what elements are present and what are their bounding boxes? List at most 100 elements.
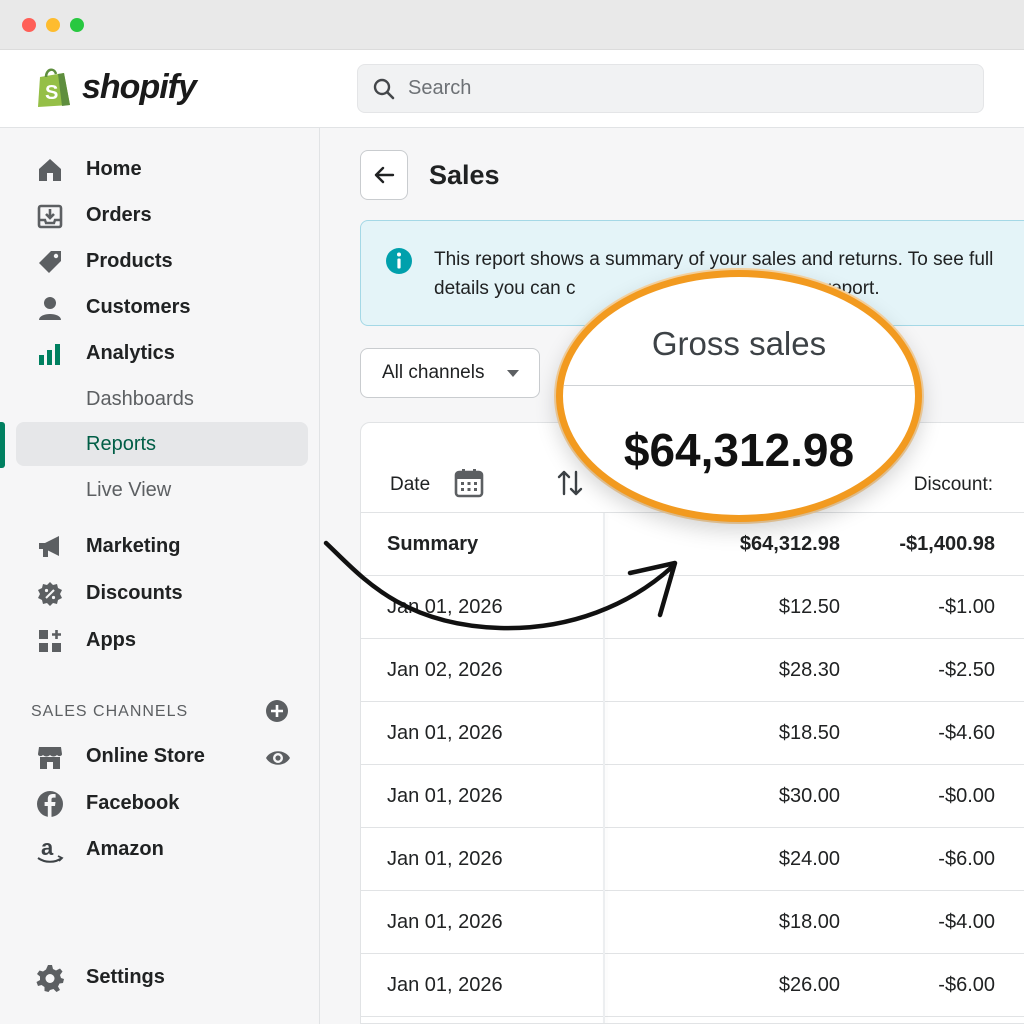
sidebar-item-products[interactable]: Products	[16, 239, 308, 283]
close-window-button[interactable]	[22, 18, 36, 32]
bar-chart-icon	[36, 340, 64, 368]
summary-gross-sales: $64,312.98	[739, 533, 840, 555]
row-discounts: -$0.00	[938, 785, 995, 807]
svg-text:S: S	[45, 82, 58, 104]
callout-divider	[563, 385, 915, 386]
row-date: Jan 02, 2026	[387, 659, 503, 681]
row-discounts: -$1.00	[938, 596, 995, 618]
tag-icon	[36, 248, 64, 276]
row-gross-sales: $24.00	[778, 848, 840, 870]
search-icon	[373, 78, 395, 99]
column-header-discounts[interactable]: Discount:	[914, 474, 993, 496]
page-title: Sales	[429, 160, 500, 190]
summary-discounts: -$1,400.98	[899, 533, 995, 555]
sidebar-item-label: Facebook	[86, 791, 180, 814]
sidebar-item-home[interactable]: Home	[16, 147, 308, 191]
row-discounts: -$4.00	[938, 911, 995, 933]
sidebar-item-discounts[interactable]: Discounts	[16, 571, 308, 615]
row-discounts: -$6.00	[938, 974, 995, 996]
sidebar-item-settings[interactable]: Settings	[16, 955, 308, 999]
sidebar: Home Orders Products Customers Analytics…	[0, 128, 320, 1024]
sidebar-item-label: Products	[86, 249, 173, 272]
sidebar-item-label: Online Store	[86, 744, 205, 767]
table-row[interactable]: Jan 01, 2026 $18.50 -$4.60	[361, 702, 1024, 765]
top-bar: S shopify	[0, 50, 1024, 128]
sidebar-item-label: Live View	[86, 478, 172, 501]
arrow-left-icon	[374, 166, 395, 184]
shopify-bag-icon: S	[38, 68, 70, 107]
minimize-window-button[interactable]	[46, 18, 60, 32]
sidebar-item-label: Analytics	[86, 341, 175, 364]
table-row[interactable]: Jan 02, 2026 $28.30 -$2.50	[361, 639, 1024, 702]
maximize-window-button[interactable]	[70, 18, 84, 32]
orders-icon	[36, 202, 64, 230]
gear-icon	[36, 964, 64, 992]
sidebar-item-label: Reports	[86, 432, 157, 455]
store-icon	[36, 743, 64, 771]
sidebar-item-label: Amazon	[86, 837, 164, 860]
callout-label: Gross sales	[651, 325, 827, 362]
caret-down-icon	[507, 370, 519, 377]
sidebar-item-marketing[interactable]: Marketing	[16, 524, 308, 568]
row-date: Jan 01, 2026	[387, 785, 503, 807]
sidebar-item-label: Settings	[86, 965, 165, 988]
table-row[interactable]: Jan 01, 2026 $26.00 -$6.00	[361, 954, 1024, 1017]
sidebar-item-label: Dashboards	[86, 387, 194, 410]
person-icon	[36, 294, 64, 322]
row-gross-sales: $18.50	[778, 722, 840, 744]
row-discounts: -$6.00	[938, 848, 995, 870]
column-header-date[interactable]: Date	[390, 474, 430, 496]
facebook-icon	[36, 790, 64, 818]
table-row[interactable]: Jan 01, 2026 $24.00 -$6.00	[361, 828, 1024, 891]
sidebar-item-orders[interactable]: Orders	[16, 193, 308, 237]
annotation-arrow	[323, 540, 678, 631]
sidebar-item-label: Discounts	[86, 581, 183, 604]
discount-icon	[36, 580, 64, 608]
add-sales-channel-icon[interactable]	[265, 699, 289, 723]
sidebar-item-label: Marketing	[86, 534, 181, 557]
sidebar-item-facebook[interactable]: Facebook	[16, 781, 308, 825]
channel-filter-dropdown[interactable]: All channels	[360, 348, 540, 398]
home-icon	[36, 156, 64, 184]
row-date: Jan 01, 2026	[387, 722, 503, 744]
sidebar-item-label: Apps	[86, 628, 136, 651]
sidebar-item-label: Customers	[86, 295, 191, 318]
shopify-logo[interactable]: S shopify	[34, 65, 197, 109]
row-gross-sales: $12.50	[778, 596, 840, 618]
search-bar[interactable]	[357, 64, 984, 113]
sidebar-item-amazon[interactable]: a Amazon	[16, 827, 308, 871]
sidebar-item-apps[interactable]: Apps	[16, 618, 308, 662]
row-date: Jan 01, 2026	[387, 974, 503, 996]
svg-text:a: a	[41, 836, 54, 860]
callout-value: $64,312.98	[623, 424, 855, 476]
table-row[interactable]: Jan 01, 2026 $30.00 -$0.00	[361, 765, 1024, 828]
row-discounts: -$2.50	[938, 659, 995, 681]
gross-sales-callout: Gross sales $64,312.98	[556, 270, 922, 522]
sidebar-item-reports[interactable]: Reports	[16, 422, 308, 466]
amazon-icon: a	[36, 836, 64, 864]
row-discounts: -$4.60	[938, 722, 995, 744]
sidebar-item-customers[interactable]: Customers	[16, 285, 308, 329]
brand-name: shopify	[82, 67, 197, 106]
row-date: Jan 01, 2026	[387, 848, 503, 870]
sidebar-item-label: Home	[86, 157, 142, 180]
active-nav-indicator	[0, 422, 5, 468]
sidebar-item-live-view[interactable]: Live View	[16, 468, 308, 512]
sidebar-item-dashboards[interactable]: Dashboards	[16, 377, 308, 421]
apps-icon	[36, 627, 64, 655]
calendar-icon[interactable]	[453, 467, 485, 499]
back-button[interactable]	[360, 150, 408, 200]
row-gross-sales: $30.00	[778, 785, 840, 807]
megaphone-icon	[36, 533, 64, 561]
row-gross-sales: $26.00	[778, 974, 840, 996]
window-titlebar	[0, 0, 1024, 50]
row-date: Jan 01, 2026	[387, 911, 503, 933]
sidebar-item-analytics[interactable]: Analytics	[16, 331, 308, 375]
row-gross-sales: $28.30	[778, 659, 840, 681]
sidebar-item-label: Orders	[86, 203, 152, 226]
eye-icon[interactable]	[264, 744, 292, 772]
search-input[interactable]	[408, 77, 908, 100]
table-row[interactable]: Jan 01, 2026 $18.00 -$4.00	[361, 891, 1024, 954]
row-gross-sales: $18.00	[778, 911, 840, 933]
channel-filter-value: All channels	[382, 362, 485, 383]
